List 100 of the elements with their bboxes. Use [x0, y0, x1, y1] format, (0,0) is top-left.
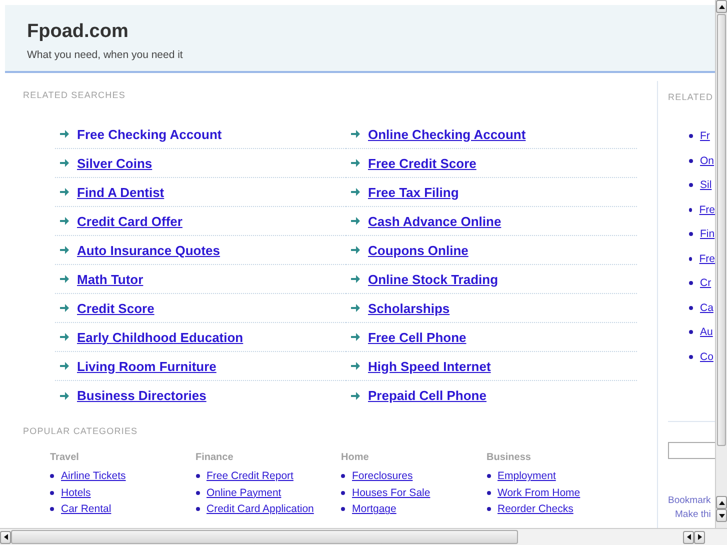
sidebar-link[interactable]: Au — [700, 326, 713, 338]
search-link[interactable]: Online Checking Account — [368, 126, 526, 142]
arrow-right-icon — [60, 333, 69, 341]
horizontal-scrollbar[interactable] — [0, 528, 727, 545]
site-tagline: What you need, when you need it — [27, 49, 184, 61]
arrow-down-icon — [718, 512, 726, 520]
search-link[interactable]: Online Stock Trading — [368, 272, 498, 286]
search-link[interactable]: Credit Card Offer — [77, 214, 182, 228]
scroll-left-button[interactable] — [0, 530, 11, 544]
vertical-scrollbar[interactable] — [715, 0, 727, 528]
bullet-icon — [689, 330, 693, 334]
sidebar-link[interactable]: Fin — [700, 228, 715, 240]
arrow-right-icon — [351, 304, 360, 312]
search-link[interactable]: Math Tutor — [77, 272, 144, 286]
search-link[interactable]: Credit Score — [77, 300, 154, 316]
search-link[interactable]: Living Room Furniture — [77, 358, 216, 374]
search-link[interactable]: Cash Advance Online — [368, 214, 502, 228]
section-heading: RELATED SEARCHES — [23, 90, 126, 100]
search-link[interactable]: Auto Insurance Quotes — [77, 242, 220, 258]
search-link[interactable]: Find A Dentist — [77, 184, 164, 200]
search-link[interactable]: Prepaid Cell Phone — [368, 388, 486, 403]
section-heading: POPULAR CATEGORIES — [23, 426, 139, 436]
category-link[interactable]: Credit Card Application — [206, 503, 314, 516]
arrow-right-icon — [351, 333, 360, 341]
bullet-icon — [689, 158, 693, 163]
category-link[interactable]: Car Rental — [61, 503, 112, 516]
sidebar-link[interactable]: On — [700, 154, 714, 167]
category-link[interactable]: Airline Tickets — [61, 470, 126, 482]
bullet-icon — [689, 134, 693, 138]
arrow-up-icon — [718, 498, 726, 506]
search-link[interactable]: Free Tax Filing — [368, 184, 459, 200]
search-link[interactable]: Free Credit Score — [368, 156, 476, 170]
arrow-right-icon — [351, 362, 360, 370]
arrow-right-icon — [351, 188, 360, 196]
bullet-icon — [196, 507, 200, 512]
sidebar-link[interactable]: Fre — [699, 252, 715, 265]
homepage-link[interactable]: Make thi — [675, 509, 715, 520]
category-link[interactable]: Foreclosures — [352, 470, 413, 482]
category-link[interactable]: Free Credit Report — [206, 470, 294, 482]
category-link[interactable]: Employment — [498, 470, 556, 482]
category-link[interactable]: Hotels — [61, 486, 91, 499]
bullet-icon — [689, 183, 693, 188]
scrollbar-thumb[interactable] — [717, 14, 726, 446]
arrow-right-icon — [60, 246, 69, 254]
bullet-icon — [196, 474, 200, 478]
search-field[interactable] — [668, 442, 715, 459]
bullet-icon — [486, 490, 490, 495]
arrow-right-icon — [60, 304, 69, 312]
bullet-icon — [689, 354, 693, 359]
scroll-up-button[interactable] — [716, 0, 727, 13]
arrow-up-icon — [718, 2, 726, 10]
category-link[interactable]: Houses For Sale — [352, 486, 430, 499]
scroll-down-button[interactable] — [716, 509, 727, 522]
scrollbar-thumb[interactable] — [11, 530, 518, 544]
search-link[interactable]: Free Cell Phone — [368, 330, 466, 344]
arrow-right-icon — [60, 275, 69, 283]
search-link[interactable]: Business Directories — [77, 388, 206, 403]
section-heading: RELATED — [668, 92, 714, 102]
sidebar-link[interactable]: Co — [700, 350, 714, 363]
scroll-up-button[interactable] — [716, 496, 727, 509]
search-link[interactable]: Free Checking Account — [77, 126, 222, 142]
sidebar-link[interactable]: Sil — [700, 179, 712, 192]
category-link[interactable]: Reorder Checks — [498, 503, 574, 516]
bullet-icon — [341, 507, 345, 512]
category-heading: Travel — [50, 452, 80, 463]
search-link[interactable]: Early Childhood Education — [77, 330, 244, 344]
category-link[interactable]: Online Payment — [206, 486, 282, 499]
sidebar-link[interactable]: Fr — [700, 130, 710, 142]
arrow-right-icon — [60, 392, 69, 400]
bullet-icon — [486, 507, 490, 512]
arrow-left-icon — [2, 533, 10, 541]
search-link[interactable]: Scholarships — [368, 300, 450, 316]
arrow-right-icon — [351, 392, 360, 400]
bullet-icon — [486, 474, 490, 478]
bullet-icon — [689, 281, 693, 286]
scroll-left-button[interactable] — [683, 530, 694, 544]
search-link[interactable]: High Speed Internet — [368, 358, 491, 374]
bullet-icon — [341, 490, 345, 495]
search-link[interactable]: Silver Coins — [77, 156, 152, 170]
arrow-right-icon — [60, 188, 69, 196]
site-title: Fpoad.com — [27, 21, 130, 43]
bullet-icon — [50, 490, 54, 495]
sidebar-link[interactable]: Cr — [700, 277, 712, 290]
category-link[interactable]: Work From Home — [498, 486, 580, 499]
bullet-icon — [689, 256, 692, 261]
arrow-right-icon — [351, 159, 360, 167]
scroll-right-button[interactable] — [694, 530, 705, 544]
arrow-right-icon — [351, 275, 360, 283]
arrow-right-icon — [60, 217, 69, 225]
category-heading: Finance — [196, 452, 234, 463]
sidebar-link[interactable]: Fre — [699, 204, 715, 216]
arrow-right-icon — [351, 130, 360, 138]
category-link[interactable]: Mortgage — [352, 503, 396, 516]
arrow-right-icon — [351, 246, 360, 254]
search-link[interactable]: Coupons Online — [368, 242, 468, 258]
arrow-right-icon — [696, 533, 704, 541]
bookmark-link[interactable]: Bookmark — [668, 495, 715, 506]
arrow-left-icon — [684, 533, 692, 541]
bullet-icon — [689, 306, 693, 310]
sidebar-link[interactable]: Ca — [700, 302, 714, 314]
